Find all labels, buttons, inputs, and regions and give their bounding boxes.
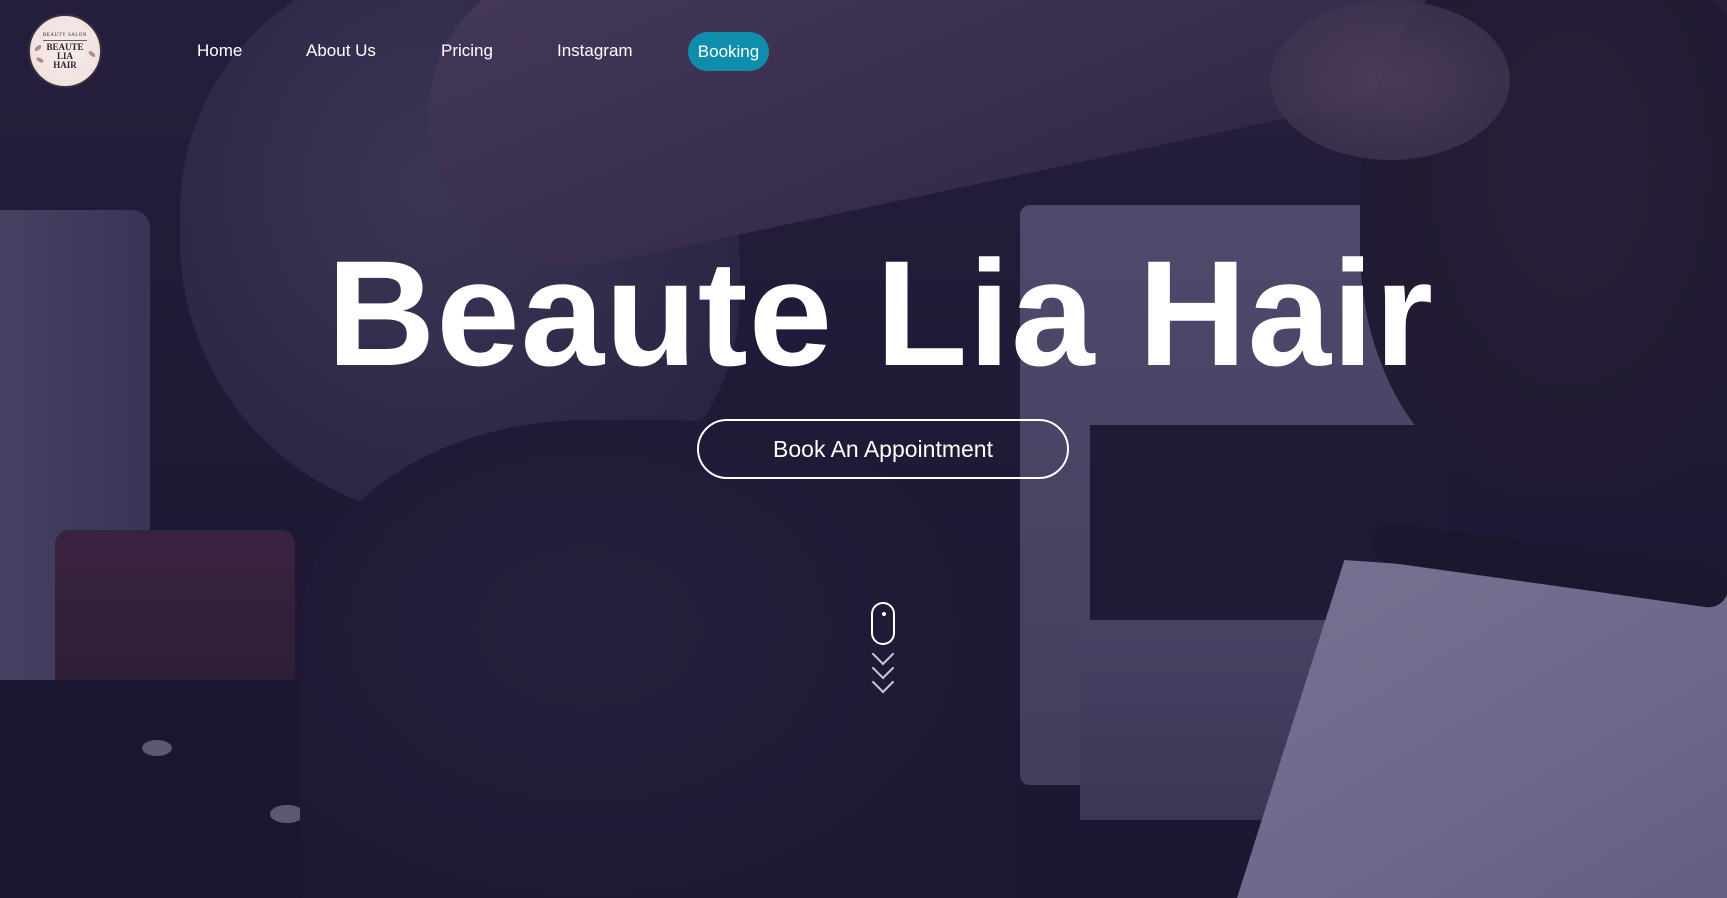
mouse-wheel [882, 612, 886, 616]
logo-line: HAIR [53, 59, 77, 70]
nav-instagram-link[interactable]: Instagram [557, 40, 633, 62]
hero-title: Beaute Lia Hair [326, 229, 1435, 397]
nav-booking-link[interactable]: Booking [688, 32, 769, 71]
leaf-icon [87, 49, 97, 59]
nav-about-link[interactable]: About Us [306, 40, 376, 62]
scroll-down-indicator[interactable] [868, 602, 898, 694]
mouse-icon [871, 602, 895, 645]
leaf-icon [35, 56, 45, 64]
chevron-down-icon [871, 670, 895, 694]
book-appointment-button[interactable]: Book An Appointment [697, 419, 1069, 479]
top-navigation: BEAUTY SALON BEAUTE LIA HAIR Home About … [0, 0, 1727, 100]
nav-pricing-link[interactable]: Pricing [441, 40, 493, 62]
logo-tagline: BEAUTY SALON [42, 33, 87, 41]
nav-home-link[interactable]: Home [197, 40, 242, 62]
leaf-icon [33, 43, 43, 53]
brand-logo[interactable]: BEAUTY SALON BEAUTE LIA HAIR [28, 14, 102, 88]
